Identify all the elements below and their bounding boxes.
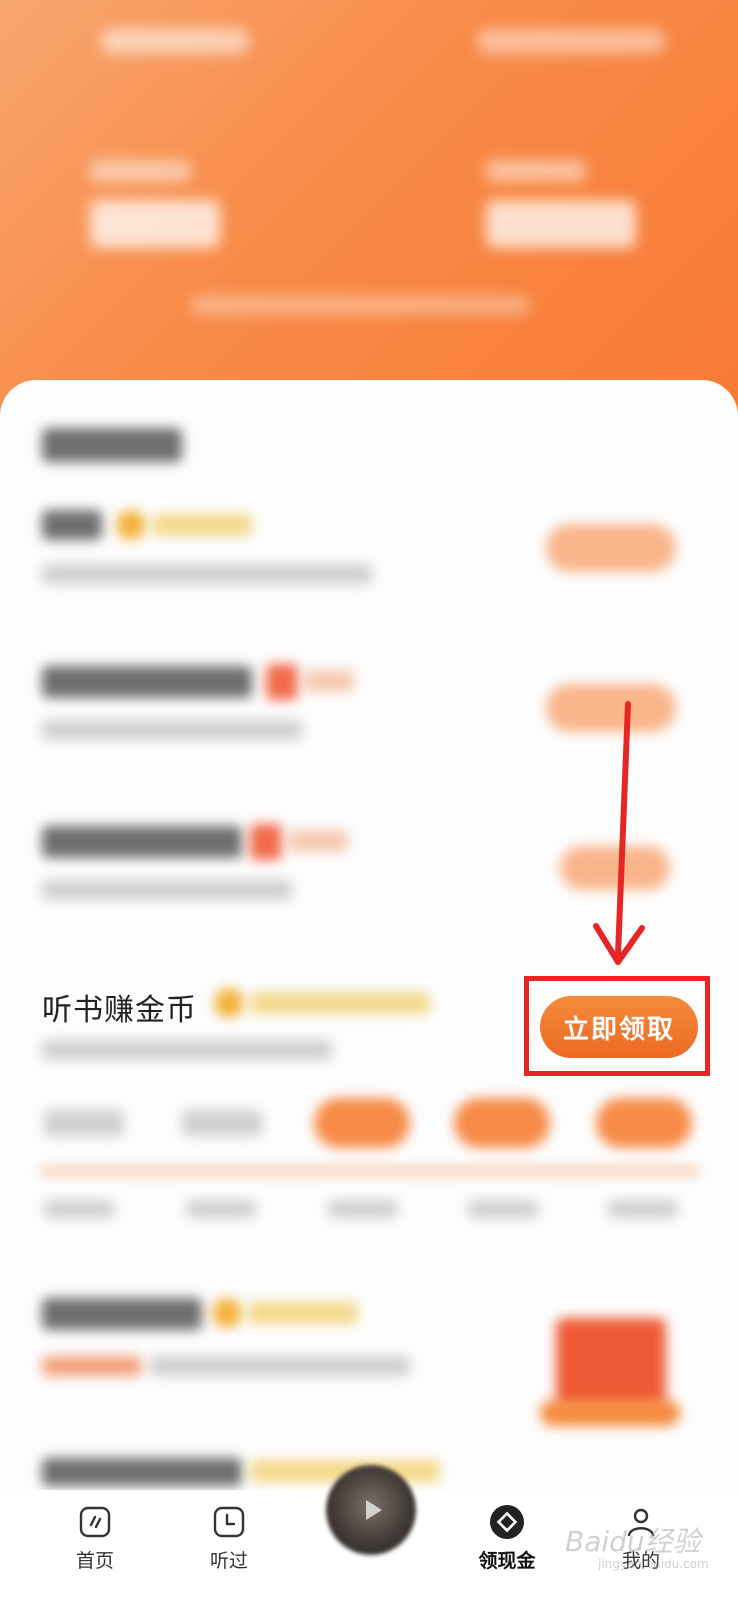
header-link-blurred[interactable]	[476, 28, 666, 54]
header-title-blurred	[100, 28, 250, 54]
nav-label-home: 首页	[75, 1550, 114, 1572]
step-3-time-blurred	[328, 1200, 398, 1218]
nav-label-history: 听过	[209, 1550, 248, 1572]
task-2-title-blurred	[42, 666, 252, 698]
cash-label-blurred	[486, 160, 586, 182]
step-1-blurred	[44, 1110, 124, 1136]
home-icon	[77, 1504, 113, 1540]
task-1-button-blurred[interactable]	[546, 524, 676, 572]
task-5-reward-blurred	[248, 1302, 358, 1324]
featured-task-title: 听书赚金币	[42, 993, 197, 1028]
task-3-reward-blurred	[288, 830, 348, 852]
gift-box-image-blurred[interactable]	[556, 1318, 666, 1408]
featured-task-reward-blurred	[250, 992, 430, 1014]
step-4-time-blurred	[468, 1200, 538, 1218]
task-3-desc-blurred	[42, 880, 292, 900]
step-1-time-blurred	[44, 1200, 114, 1218]
step-2-time-blurred	[186, 1200, 256, 1218]
coin-icon-5	[212, 1298, 242, 1328]
step-5-time-blurred	[608, 1200, 678, 1218]
step-4-reward-blurred[interactable]	[454, 1098, 550, 1148]
nav-item-history[interactable]: 听过	[184, 1504, 274, 1573]
coin-icon	[116, 510, 146, 540]
task-1-desc-blurred	[42, 564, 372, 584]
featured-task-desc-blurred	[42, 1040, 332, 1060]
section-title-blurred	[42, 428, 182, 462]
task-3-title-blurred	[42, 826, 242, 858]
watermark-url: jingyan.baidu.com	[598, 1557, 709, 1571]
play-icon	[366, 1500, 382, 1520]
coin-icon-featured	[214, 988, 244, 1018]
header-banner	[0, 0, 738, 420]
step-3-reward-blurred[interactable]	[314, 1098, 410, 1148]
task-5-tag-blurred	[42, 1356, 142, 1376]
nav-item-cash[interactable]: 领现金	[462, 1504, 552, 1573]
task-1-reward-blurred	[152, 514, 252, 536]
task-1-title-blurred	[42, 510, 102, 540]
annotation-arrow	[593, 701, 645, 965]
step-2-blurred	[182, 1110, 262, 1136]
task-6-title-blurred	[42, 1458, 242, 1486]
progress-track-blurred	[40, 1168, 700, 1174]
header-notice-blurred	[190, 295, 530, 315]
red-packet-icon	[266, 664, 298, 700]
red-packet-icon-2	[250, 824, 282, 860]
coins-value-blurred	[90, 200, 220, 248]
task-5-title-blurred	[42, 1298, 202, 1330]
gift-box-button-blurred[interactable]	[540, 1400, 680, 1426]
cash-value-blurred	[486, 200, 636, 248]
coins-label-blurred	[90, 160, 190, 182]
nav-item-home[interactable]: 首页	[50, 1504, 140, 1573]
task-5-desc-blurred	[150, 1356, 410, 1376]
watermark-brand: Baidu经验	[565, 1525, 701, 1558]
step-5-reward-blurred[interactable]	[596, 1098, 692, 1148]
task-2-reward-blurred	[304, 670, 354, 692]
diamond-icon	[489, 1504, 525, 1540]
nav-label-cash: 领现金	[478, 1550, 536, 1572]
clock-icon	[211, 1504, 247, 1540]
claim-now-button[interactable]: 立即领取	[540, 996, 698, 1058]
task-2-desc-blurred	[42, 720, 302, 740]
